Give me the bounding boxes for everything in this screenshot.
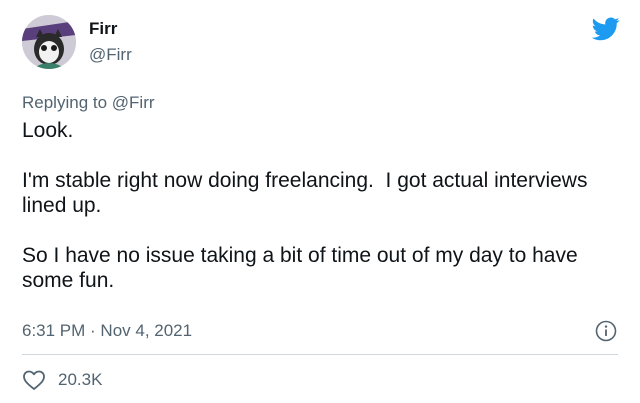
tweet-timestamp[interactable]: 6:31 PM · Nov 4, 2021	[22, 321, 192, 341]
tweet-paragraph: So I have no issue taking a bit of time …	[22, 244, 584, 292]
twitter-bird-icon[interactable]	[592, 17, 620, 41]
tweet-card: Firr @Firr Replying to @Firr Look. I'm s…	[0, 0, 640, 403]
tweet-paragraph: Look.	[22, 119, 74, 142]
author-handle[interactable]: @Firr	[89, 45, 132, 65]
divider	[22, 354, 618, 355]
like-button[interactable]: 20.3K	[22, 367, 102, 393]
like-count: 20.3K	[58, 370, 103, 389]
tweet-text: Look. I'm stable right now doing freelan…	[22, 118, 622, 318]
info-icon[interactable]	[595, 320, 617, 342]
replying-to[interactable]: Replying to @Firr	[22, 93, 155, 113]
avatar[interactable]	[22, 15, 76, 69]
avatar-illustration	[22, 15, 76, 69]
author-name[interactable]: Firr	[89, 19, 117, 39]
heart-icon[interactable]	[22, 369, 46, 391]
tweet-paragraph: I'm stable right now doing freelancing. …	[22, 169, 594, 217]
